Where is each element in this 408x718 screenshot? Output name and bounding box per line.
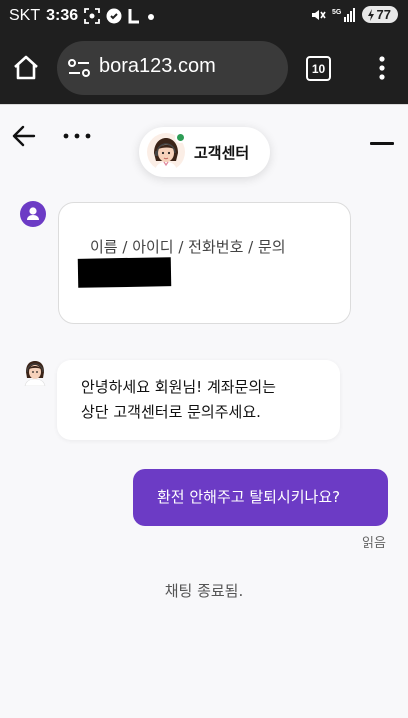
battery-level: 77 — [376, 7, 391, 22]
pause-icon — [106, 8, 122, 24]
mute-icon — [310, 7, 326, 23]
status-right: 5G 77 — [310, 6, 398, 23]
home-icon[interactable] — [12, 54, 40, 82]
user-message-bubble: 환전 안해주고 탈퇴시키나요? — [133, 469, 388, 526]
tab-count: 10 — [311, 61, 326, 76]
tabs-icon[interactable]: 10 — [306, 56, 331, 81]
user-message-text: 환전 안해주고 탈퇴시키나요? — [157, 488, 341, 506]
browser-toolbar: bora123.com 10 — [0, 32, 408, 104]
agent-avatar-icon — [22, 358, 48, 387]
carrier-label: SKT — [9, 7, 41, 24]
address-bar[interactable]: bora123.com — [57, 41, 288, 95]
agent-message-line: 안녕하세요 회원님! 계좌문의는 — [81, 378, 276, 396]
screenshot-icon — [84, 8, 101, 24]
chat-header: 고객센터 — [0, 105, 408, 185]
clock: 3:36 — [46, 7, 79, 24]
read-receipt: 읽음 — [362, 536, 386, 551]
agent-info-pill[interactable]: 고객센터 — [139, 127, 270, 177]
site-settings-icon[interactable] — [67, 58, 91, 82]
chat-ended-notice: 채팅 종료됨. — [164, 582, 244, 600]
more-vert-icon[interactable] — [372, 54, 392, 82]
agent-message-bubble: 안녕하세요 회원님! 계좌문의는 상단 고객센터로 문의주세요. — [57, 360, 340, 440]
redacted-block — [77, 257, 172, 288]
user-icon — [20, 201, 46, 227]
agent-avatar-icon — [147, 132, 186, 171]
svg-text:5G: 5G — [332, 9, 342, 16]
status-bar: SKT 3:36 5G 77 — [0, 0, 408, 32]
online-status-dot — [175, 132, 186, 143]
form-prompt: 이름 / 아이디 / 전화번호 / 문의 — [90, 238, 286, 256]
back-arrow-icon[interactable] — [12, 125, 36, 151]
url-text: bora123.com — [99, 55, 216, 77]
l-icon — [128, 8, 140, 24]
notification-dot-icon — [146, 8, 156, 24]
status-left: SKT 3:36 — [9, 7, 156, 25]
battery-indicator: 77 — [361, 6, 398, 23]
agent-message-line: 상단 고객센터로 문의주세요. — [81, 403, 261, 421]
minimize-icon[interactable] — [370, 142, 394, 145]
signal-icon: 5G — [332, 7, 356, 23]
more-horiz-icon[interactable] — [62, 126, 92, 150]
contact-form-message: 이름 / 아이디 / 전화번호 / 문의 — [58, 202, 351, 324]
chat-title: 고객센터 — [194, 144, 250, 162]
